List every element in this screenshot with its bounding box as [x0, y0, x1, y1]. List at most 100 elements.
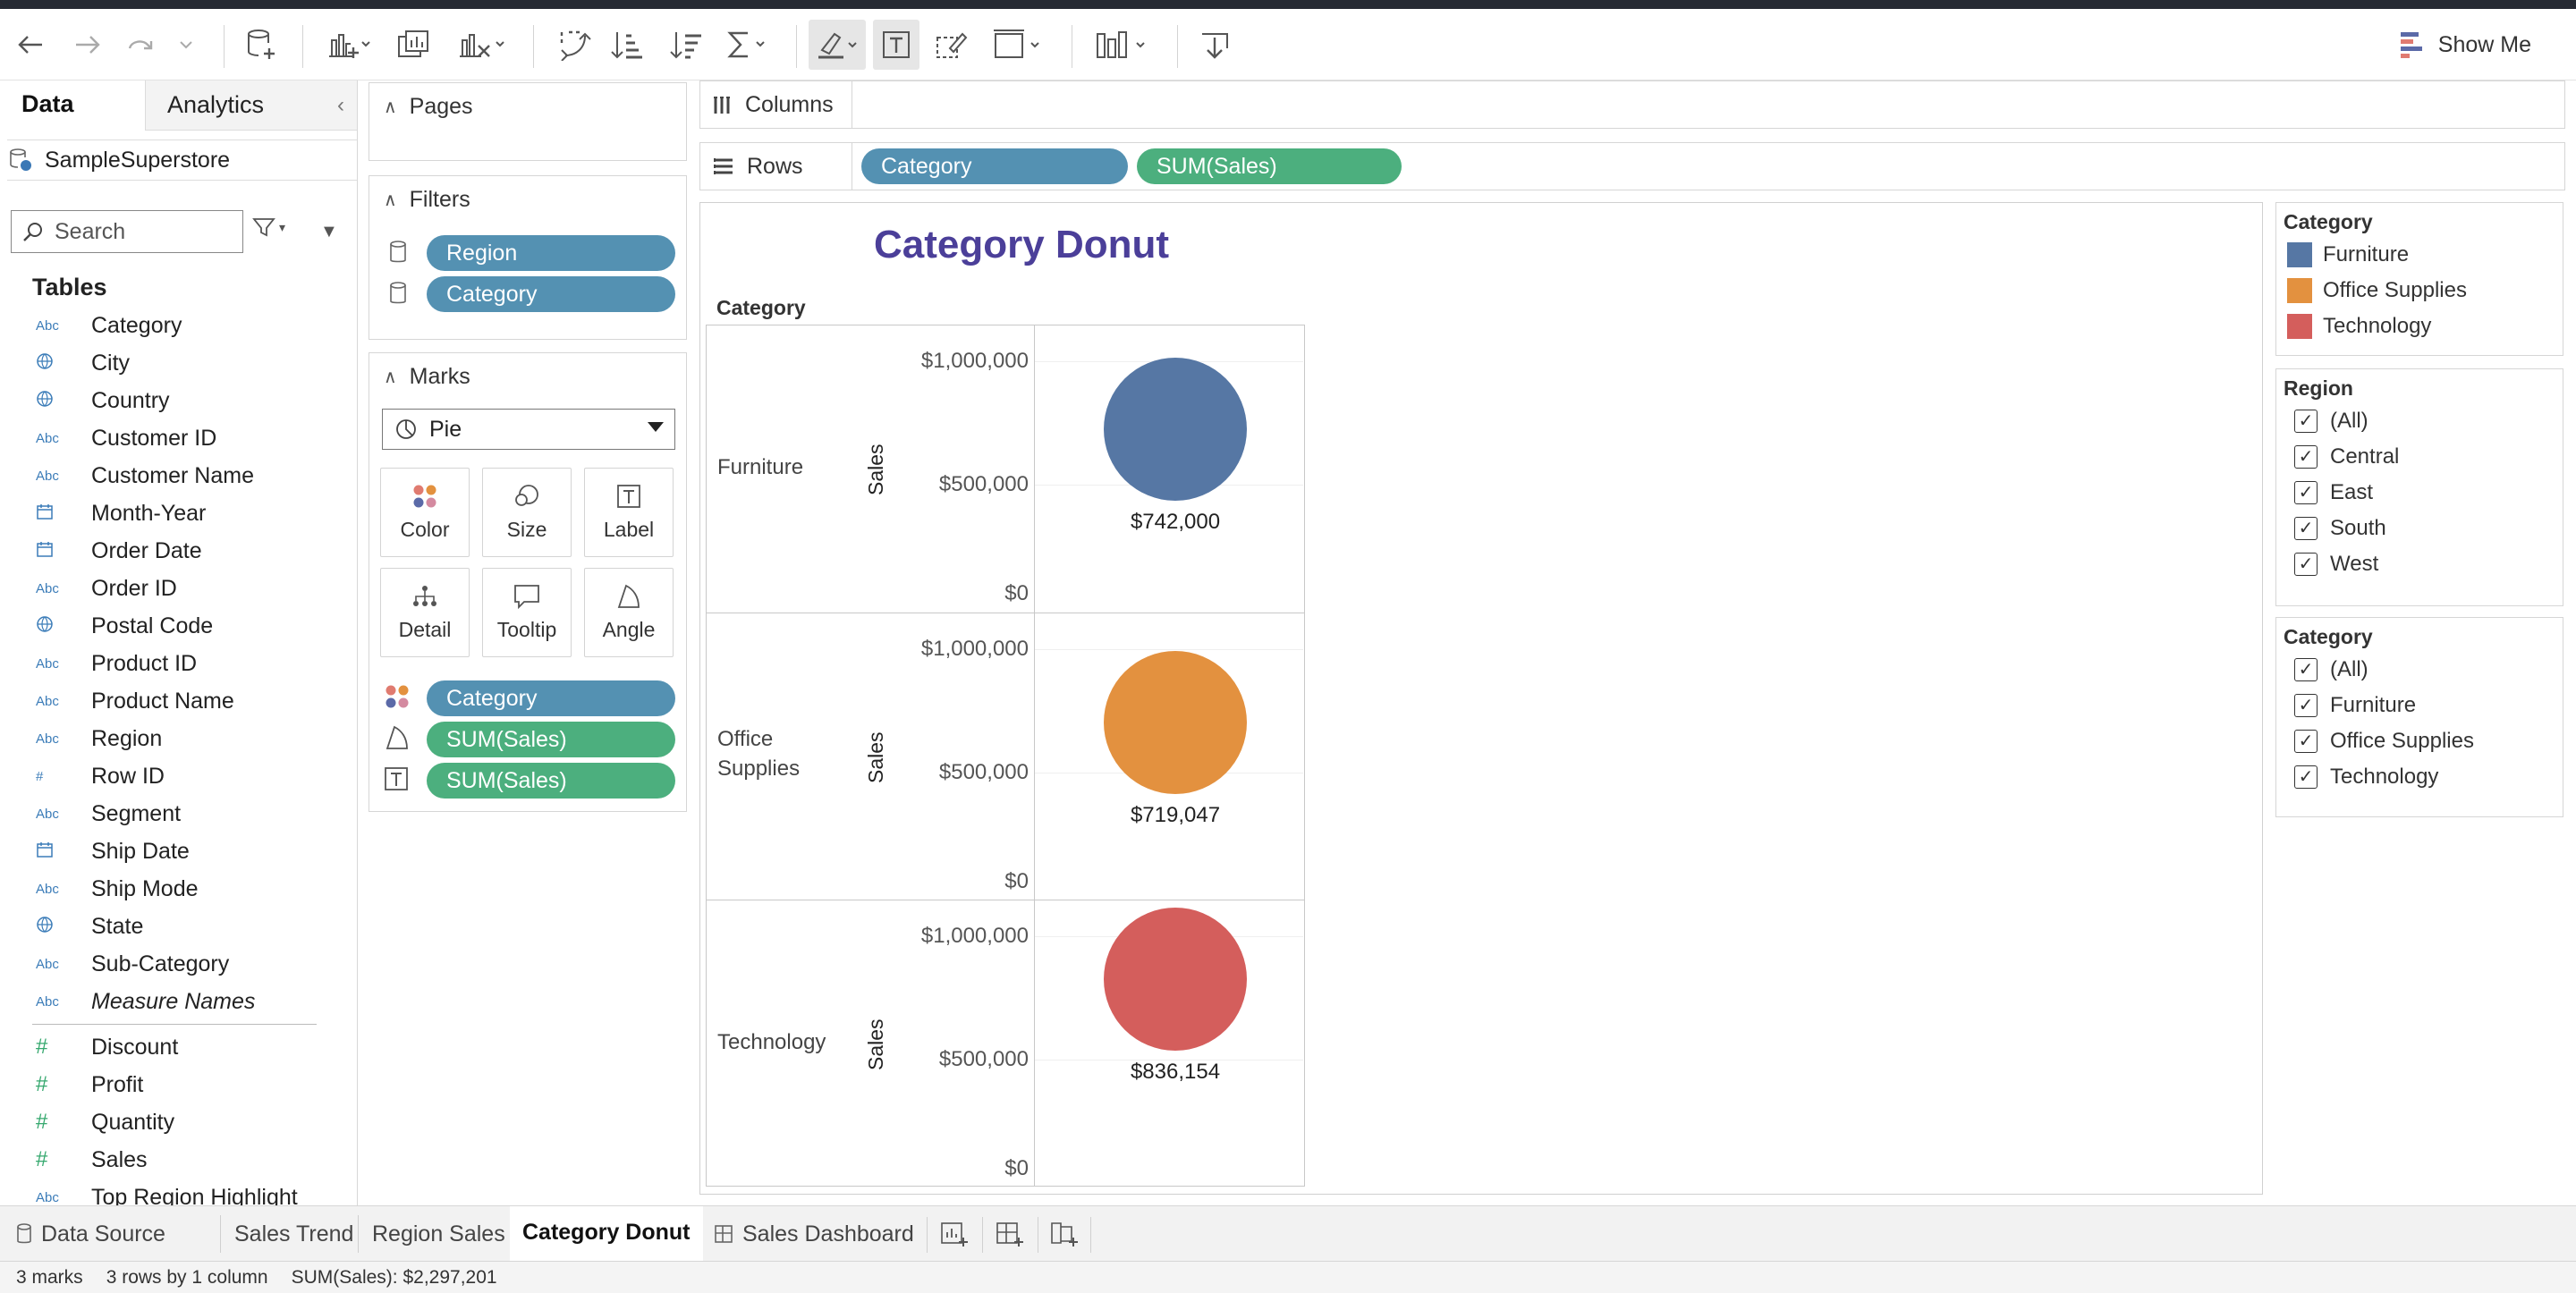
replay-dropdown-icon[interactable]: [175, 27, 197, 63]
angle-button[interactable]: Angle: [584, 568, 674, 657]
checkbox-checked[interactable]: ✓: [2294, 694, 2318, 717]
show-mark-labels-icon[interactable]: [873, 20, 919, 70]
clear-sheet-icon[interactable]: [454, 27, 508, 63]
tab-analytics[interactable]: Analytics: [145, 80, 357, 131]
undo-icon[interactable]: [13, 27, 48, 63]
field-ship-date[interactable]: Ship Date: [0, 832, 357, 870]
checkbox-checked[interactable]: ✓: [2294, 445, 2318, 469]
filter-option-south[interactable]: ✓ South: [2294, 516, 2386, 541]
field-month-year[interactable]: Month-Year: [0, 494, 357, 532]
field-category[interactable]: Abc Category: [0, 307, 357, 344]
field-region[interactable]: Abc Region: [0, 720, 357, 757]
field-state[interactable]: State: [0, 908, 357, 945]
search-input[interactable]: Search: [11, 210, 243, 253]
tab-region-sales[interactable]: Region Sales: [372, 1206, 505, 1262]
checkbox-checked[interactable]: ✓: [2294, 765, 2318, 789]
fit-icon[interactable]: [989, 27, 1048, 63]
new-story-icon[interactable]: [1038, 1217, 1091, 1253]
checkbox-checked[interactable]: ✓: [2294, 553, 2318, 576]
field-sales[interactable]: # Sales: [0, 1141, 357, 1179]
legend-item-office-supplies[interactable]: Office Supplies: [2287, 278, 2467, 303]
pie-mark-office-supplies[interactable]: [1104, 651, 1247, 794]
chevron-up-icon[interactable]: ∧: [384, 96, 397, 118]
tab-sales-trend[interactable]: Sales Trend: [234, 1206, 353, 1262]
highlight-icon[interactable]: [809, 20, 866, 70]
field-order-date[interactable]: Order Date: [0, 532, 357, 570]
new-datasource-icon[interactable]: [242, 27, 281, 63]
new-dashboard-icon[interactable]: [982, 1217, 1036, 1253]
mark-type-dropdown[interactable]: Pie: [382, 409, 675, 450]
redo-icon[interactable]: [70, 27, 106, 63]
totals-icon[interactable]: [723, 27, 771, 63]
field-ship-mode[interactable]: Abc Ship Mode: [0, 870, 357, 908]
row-label-technology[interactable]: Technology: [717, 1027, 843, 1057]
filter-pill-category[interactable]: Category: [427, 276, 675, 312]
pie-mark-furniture[interactable]: [1104, 358, 1247, 501]
tab-category-donut[interactable]: Category Donut: [510, 1206, 703, 1262]
filter-option-east[interactable]: ✓ East: [2294, 480, 2373, 505]
filter-option-central[interactable]: ✓ Central: [2294, 444, 2399, 469]
checkbox-checked[interactable]: ✓: [2294, 658, 2318, 681]
field-measure-names[interactable]: Abc Measure Names: [0, 983, 357, 1020]
detail-button[interactable]: Detail: [380, 568, 470, 657]
label-button[interactable]: Label: [584, 468, 674, 557]
field-order-id[interactable]: Abc Order ID: [0, 570, 357, 607]
more-options-icon[interactable]: ▼: [320, 222, 338, 242]
marks-pill-category[interactable]: Category: [427, 680, 675, 716]
marks-pill-label-sales[interactable]: SUM(Sales): [427, 763, 675, 799]
size-button[interactable]: Size: [482, 468, 572, 557]
chevron-up-icon[interactable]: ∧: [384, 189, 397, 211]
checkbox-checked[interactable]: ✓: [2294, 517, 2318, 540]
new-worksheet-icon[interactable]: [324, 27, 374, 63]
filter-option-all[interactable]: ✓ (All): [2294, 657, 2368, 682]
collapse-pane-icon[interactable]: ‹: [337, 93, 344, 118]
pie-mark-technology[interactable]: [1104, 908, 1247, 1051]
replay-icon[interactable]: [123, 27, 159, 63]
field-profit[interactable]: # Profit: [0, 1066, 357, 1103]
filters-card[interactable]: ∧ Filters Region Category: [369, 175, 687, 340]
tab-data[interactable]: Data: [0, 80, 145, 131]
tab-sales-dashboard[interactable]: Sales Dashboard: [714, 1206, 914, 1262]
filter-pill-region[interactable]: Region: [427, 235, 675, 271]
row-label-furniture[interactable]: Furniture: [717, 452, 843, 482]
checkbox-checked[interactable]: ✓: [2294, 730, 2318, 753]
row-label-office-supplies[interactable]: Office Supplies: [717, 724, 843, 783]
filter-option-west[interactable]: ✓ West: [2294, 552, 2378, 577]
sort-ascending-icon[interactable]: [608, 27, 648, 63]
field-discount[interactable]: # Discount: [0, 1028, 357, 1066]
filter-option-office-supplies[interactable]: ✓ Office Supplies: [2294, 729, 2474, 754]
field-quantity[interactable]: # Quantity: [0, 1103, 357, 1141]
rows-pill-category[interactable]: Category: [861, 148, 1128, 184]
duplicate-sheet-icon[interactable]: [394, 27, 433, 63]
field-product-name[interactable]: Abc Product Name: [0, 682, 357, 720]
sort-descending-icon[interactable]: [667, 27, 707, 63]
tab-data-source[interactable]: Data Source: [16, 1206, 165, 1262]
filter-option-all[interactable]: ✓ (All): [2294, 409, 2368, 434]
download-icon[interactable]: [1195, 27, 1234, 63]
new-worksheet-icon[interactable]: [927, 1217, 980, 1253]
legend-item-technology[interactable]: Technology: [2287, 314, 2431, 339]
tooltip-button[interactable]: Tooltip: [482, 568, 572, 657]
presentation-mode-icon[interactable]: [1091, 27, 1154, 63]
filter-option-technology[interactable]: ✓ Technology: [2294, 765, 2438, 790]
field-row-id[interactable]: # Row ID: [0, 757, 357, 795]
rows-pill-sales[interactable]: SUM(Sales): [1137, 148, 1402, 184]
checkbox-checked[interactable]: ✓: [2294, 481, 2318, 504]
field-postal-code[interactable]: Postal Code: [0, 607, 357, 645]
field-top-region-highlight[interactable]: Abc Top Region Highlight: [0, 1179, 357, 1206]
marks-pill-angle-sales[interactable]: SUM(Sales): [427, 722, 675, 757]
field-customer-name[interactable]: Abc Customer Name: [0, 457, 357, 494]
legend-item-furniture[interactable]: Furniture: [2287, 242, 2409, 267]
field-city[interactable]: City: [0, 344, 357, 382]
color-button[interactable]: Color: [380, 468, 470, 557]
swap-rows-columns-icon[interactable]: [555, 27, 594, 63]
field-customer-id[interactable]: Abc Customer ID: [0, 419, 357, 457]
annotate-icon[interactable]: [932, 27, 971, 63]
columns-shelf[interactable]: Columns: [699, 80, 2565, 129]
field-product-id[interactable]: Abc Product ID: [0, 645, 357, 682]
datasource-item[interactable]: SampleSuperstore: [7, 139, 357, 181]
rows-shelf[interactable]: Rows Category SUM(Sales): [699, 142, 2565, 190]
show-me-button[interactable]: Show Me: [2399, 29, 2531, 61]
field-country[interactable]: Country: [0, 382, 357, 419]
filter-fields-button[interactable]: ▾: [252, 216, 285, 238]
